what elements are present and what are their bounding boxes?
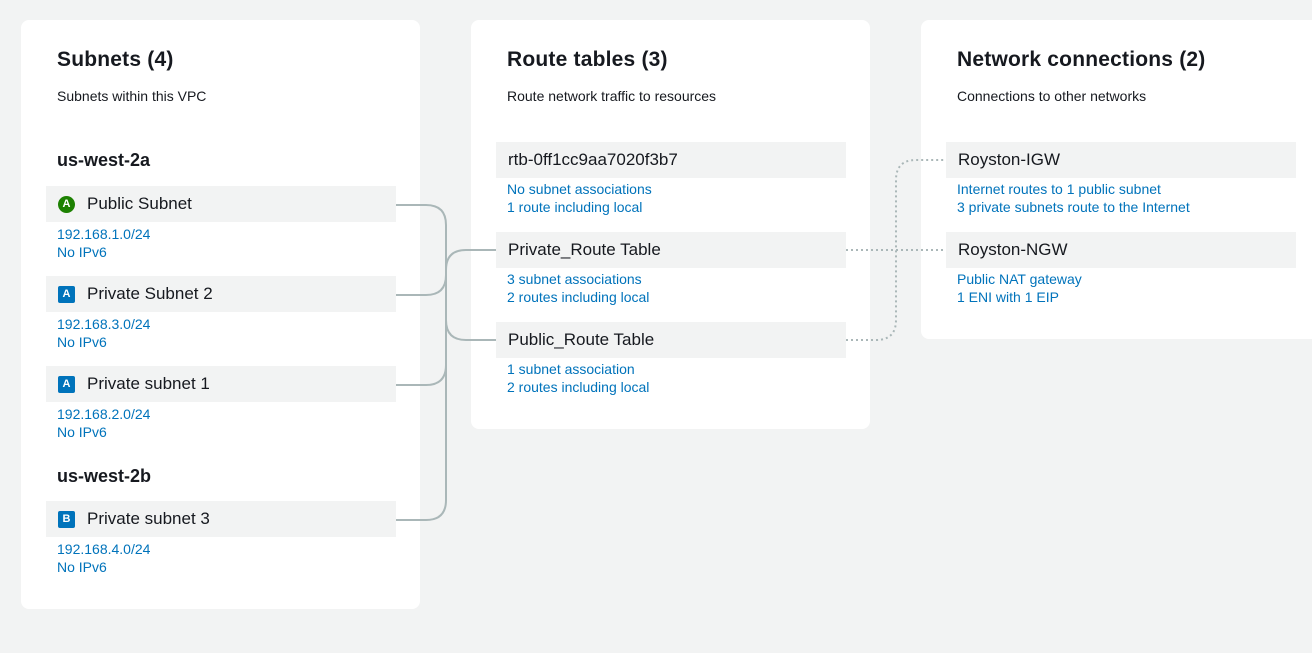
subnet-cidr-link[interactable]: 192.168.1.0/24 (57, 225, 150, 243)
route-tables-panel: Route tables (3) Route network traffic t… (471, 20, 870, 429)
connection-detail-link[interactable]: 1 ENI with 1 EIP (957, 288, 1059, 306)
az-a-badge-icon: A (58, 195, 75, 213)
route-tables-subtitle: Route network traffic to resources (507, 88, 717, 104)
route-table-private[interactable]: Private_Route Table (496, 232, 846, 268)
subnet-public-subnet[interactable]: A Public Subnet (46, 186, 396, 222)
route-tables-title: Route tables (3) (507, 48, 668, 71)
vpc-resource-map: Subnets (4) Subnets within this VPC us-w… (0, 0, 1312, 653)
route-table-routes-link[interactable]: 1 route including local (507, 198, 642, 216)
route-table-associations-link[interactable]: 1 subnet association (507, 360, 635, 378)
route-table-name: rtb-0ff1cc9aa7020f3b7 (508, 150, 678, 169)
route-table-name: Private_Route Table (508, 240, 661, 259)
subnet-name: Private subnet 3 (87, 509, 210, 528)
subnet-private-subnet-3[interactable]: B Private subnet 3 (46, 501, 396, 537)
connection-detail-link[interactable]: 3 private subnets route to the Internet (957, 198, 1190, 216)
subnet-ipv6-link[interactable]: No IPv6 (57, 558, 107, 576)
subnet-name: Private Subnet 2 (87, 284, 213, 303)
connection-detail-link[interactable]: Public NAT gateway (957, 270, 1082, 288)
az-b-badge-icon: B (58, 510, 75, 528)
route-table-public[interactable]: Public_Route Table (496, 322, 846, 358)
az-a-badge-icon: A (58, 285, 75, 303)
route-table-rtb-0ff1cc9aa7020f3b7[interactable]: rtb-0ff1cc9aa7020f3b7 (496, 142, 846, 178)
route-table-routes-link[interactable]: 2 routes including local (507, 378, 649, 396)
connection-name: Royston-NGW (958, 240, 1068, 259)
connection-royston-igw[interactable]: Royston-IGW (946, 142, 1296, 178)
subnet-ipv6-link[interactable]: No IPv6 (57, 243, 107, 261)
route-table-associations-link[interactable]: No subnet associations (507, 180, 652, 198)
route-table-routes-link[interactable]: 2 routes including local (507, 288, 649, 306)
subnet-name: Public Subnet (87, 194, 192, 213)
subnets-subtitle: Subnets within this VPC (57, 88, 207, 104)
network-connections-subtitle: Connections to other networks (957, 88, 1147, 104)
subnets-title: Subnets (4) (57, 48, 174, 71)
subnet-name: Private subnet 1 (87, 374, 210, 393)
subnet-ipv6-link[interactable]: No IPv6 (57, 423, 107, 441)
subnet-private-subnet-2[interactable]: A Private Subnet 2 (46, 276, 396, 312)
az-a-badge-icon: A (58, 375, 75, 393)
subnet-private-subnet-1[interactable]: A Private subnet 1 (46, 366, 396, 402)
az-heading-us-west-2a: us-west-2a (57, 150, 151, 170)
network-connections-title: Network connections (2) (957, 48, 1206, 71)
network-connections-panel: Network connections (2) Connections to o… (921, 20, 1312, 339)
subnet-cidr-link[interactable]: 192.168.3.0/24 (57, 315, 150, 333)
subnets-panel: Subnets (4) Subnets within this VPC us-w… (21, 20, 420, 609)
subnet-cidr-link[interactable]: 192.168.4.0/24 (57, 540, 150, 558)
route-table-name: Public_Route Table (508, 330, 655, 349)
route-table-associations-link[interactable]: 3 subnet associations (507, 270, 642, 288)
connection-royston-ngw[interactable]: Royston-NGW (946, 232, 1296, 268)
subnet-ipv6-link[interactable]: No IPv6 (57, 333, 107, 351)
connection-detail-link[interactable]: Internet routes to 1 public subnet (957, 180, 1161, 198)
az-heading-us-west-2b: us-west-2b (57, 466, 152, 486)
connection-name: Royston-IGW (958, 150, 1061, 169)
subnet-cidr-link[interactable]: 192.168.2.0/24 (57, 405, 150, 423)
